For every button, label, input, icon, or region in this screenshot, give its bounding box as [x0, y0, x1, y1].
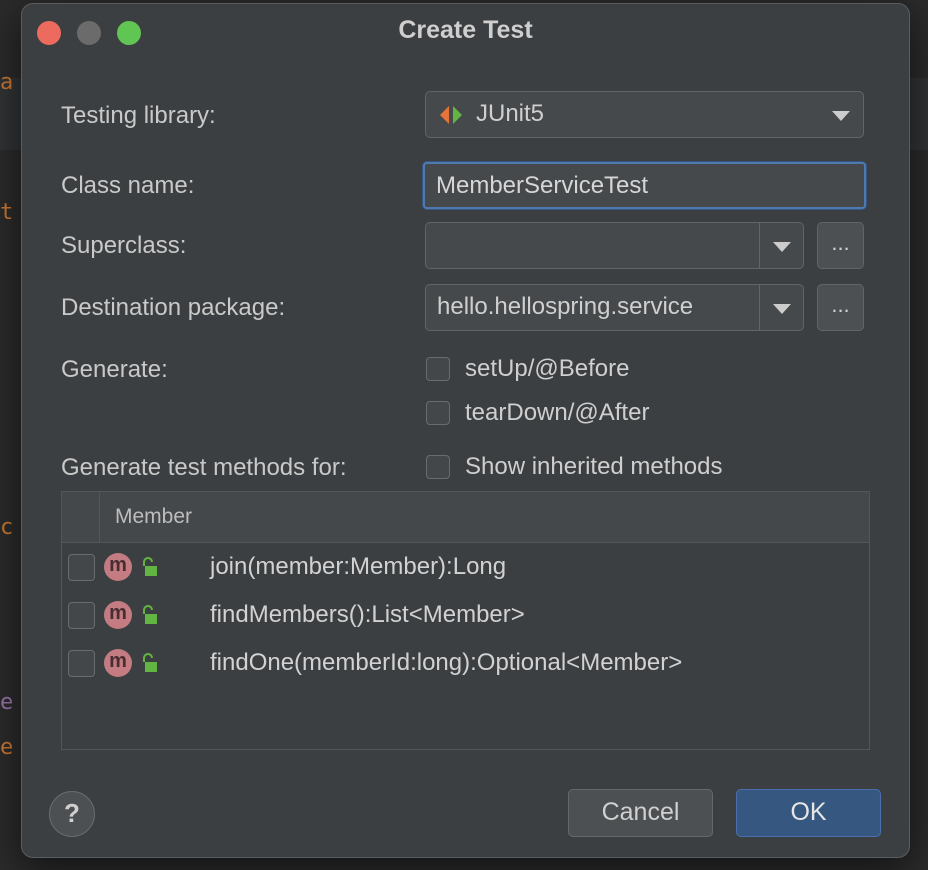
setup-checkbox-label: setUp/@Before: [465, 355, 630, 382]
method-icon: m: [104, 649, 132, 677]
ide-background-fragment: c: [0, 515, 14, 540]
members-table: Member m join(member:Member):Long m find…: [61, 491, 870, 750]
destination-package-value: hello.hellospring.service: [437, 293, 694, 320]
dialog-title: Create Test: [398, 16, 533, 44]
superclass-browse-button[interactable]: ...: [817, 222, 864, 269]
combo-separator: [759, 223, 760, 268]
ide-background-fragment: e: [0, 735, 14, 760]
testing-library-select[interactable]: JUnit5: [425, 91, 864, 138]
table-row[interactable]: m join(member:Member):Long: [62, 543, 869, 591]
ide-background-fragment: t: [0, 200, 14, 225]
chevron-down-icon: [773, 242, 791, 252]
destination-package-browse-button[interactable]: ...: [817, 284, 864, 331]
create-test-dialog: Create Test Testing library: JUnit5 Clas…: [21, 3, 910, 858]
setup-checkbox[interactable]: [426, 357, 450, 381]
superclass-combo[interactable]: [425, 222, 804, 269]
table-row[interactable]: m findMembers():List<Member>: [62, 591, 869, 639]
title-bar: Create Test: [22, 4, 909, 58]
chevron-down-icon: [773, 304, 791, 314]
generate-label: Generate:: [61, 356, 168, 383]
table-header: Member: [62, 492, 869, 543]
method-signature: findMembers():List<Member>: [210, 601, 525, 628]
testing-library-value: JUnit5: [476, 100, 545, 127]
destination-package-label: Destination package:: [61, 294, 286, 321]
superclass-label: Superclass:: [61, 232, 187, 259]
ide-background-fragment: e: [0, 690, 14, 715]
help-button[interactable]: ?: [49, 791, 95, 837]
header-separator: [99, 492, 100, 542]
testing-library-label: Testing library:: [61, 102, 216, 129]
table-row[interactable]: m findOne(memberId:long):Optional<Member…: [62, 639, 869, 687]
column-header-member: Member: [115, 505, 193, 528]
destination-package-combo[interactable]: hello.hellospring.service: [425, 284, 804, 331]
junit-icon: [440, 105, 464, 130]
method-icon: m: [104, 601, 132, 629]
method-icon: m: [104, 553, 132, 581]
method-signature: join(member:Member):Long: [210, 553, 507, 580]
public-lock-icon: [140, 653, 158, 673]
class-name-value: MemberServiceTest: [436, 172, 649, 199]
generate-methods-label: Generate test methods for:: [61, 454, 347, 481]
combo-separator: [759, 285, 760, 330]
teardown-checkbox-label: tearDown/@After: [465, 399, 650, 426]
class-name-input[interactable]: MemberServiceTest: [423, 162, 866, 209]
ok-button[interactable]: OK: [736, 789, 881, 837]
chevron-down-icon: [832, 111, 850, 121]
cancel-button[interactable]: Cancel: [568, 789, 713, 837]
show-inherited-label: Show inherited methods: [465, 453, 723, 480]
ide-background-fragment: a: [0, 70, 14, 95]
show-inherited-checkbox[interactable]: [426, 455, 450, 479]
method-signature: findOne(memberId:long):Optional<Member>: [210, 649, 683, 676]
class-name-label: Class name:: [61, 172, 195, 199]
row-checkbox[interactable]: [68, 650, 95, 677]
public-lock-icon: [140, 557, 158, 577]
row-checkbox[interactable]: [68, 554, 95, 581]
row-checkbox[interactable]: [68, 602, 95, 629]
public-lock-icon: [140, 605, 158, 625]
teardown-checkbox[interactable]: [426, 401, 450, 425]
